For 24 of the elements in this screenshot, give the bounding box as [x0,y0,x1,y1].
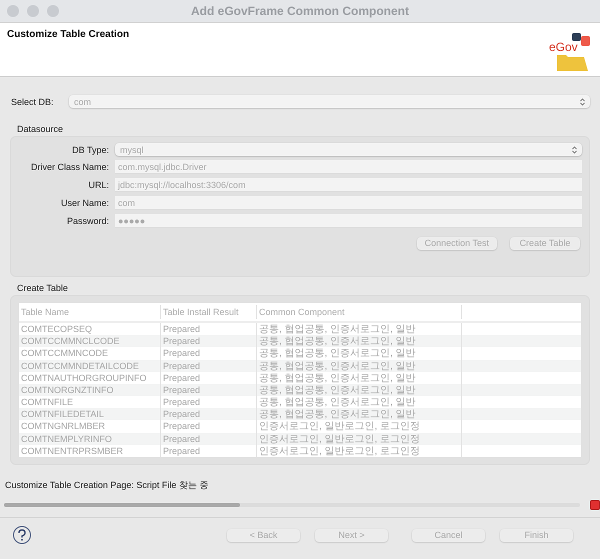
stepper-icon [580,98,585,106]
stepper-icon [572,146,577,154]
column-header[interactable]: Table Install Result [161,304,257,319]
table-cell: Prepared [161,444,257,457]
field-label: Password: [66,216,109,226]
table-cell: 인증서로그인, 일반로그인, 로그인정 [257,444,462,457]
help-icon[interactable] [13,526,31,544]
window-title: Add eGovFrame Common Component [190,4,410,18]
window-control[interactable] [47,5,59,17]
window-control[interactable] [7,5,19,17]
page-title: Customize Table Creation [7,29,130,42]
stop-icon[interactable] [590,500,600,510]
field-label: URL: [87,180,109,190]
field-label: Select DB: [11,96,55,106]
window-control[interactable] [27,5,39,17]
column-header[interactable]: Table Name [19,304,161,319]
field-label: DB Type: [71,144,109,154]
field-label: User Name: [60,198,109,208]
group-title: Datasource [17,124,64,134]
column-header[interactable]: Common Component [257,304,462,319]
field-label: Driver Class Name: [30,162,109,172]
group-title: Create Table [17,283,69,293]
table-cell: COMTNENTRPRSMBER [19,444,161,457]
status-text: Customize Table Creation Page: Script File 찾는 중 [5,479,210,492]
